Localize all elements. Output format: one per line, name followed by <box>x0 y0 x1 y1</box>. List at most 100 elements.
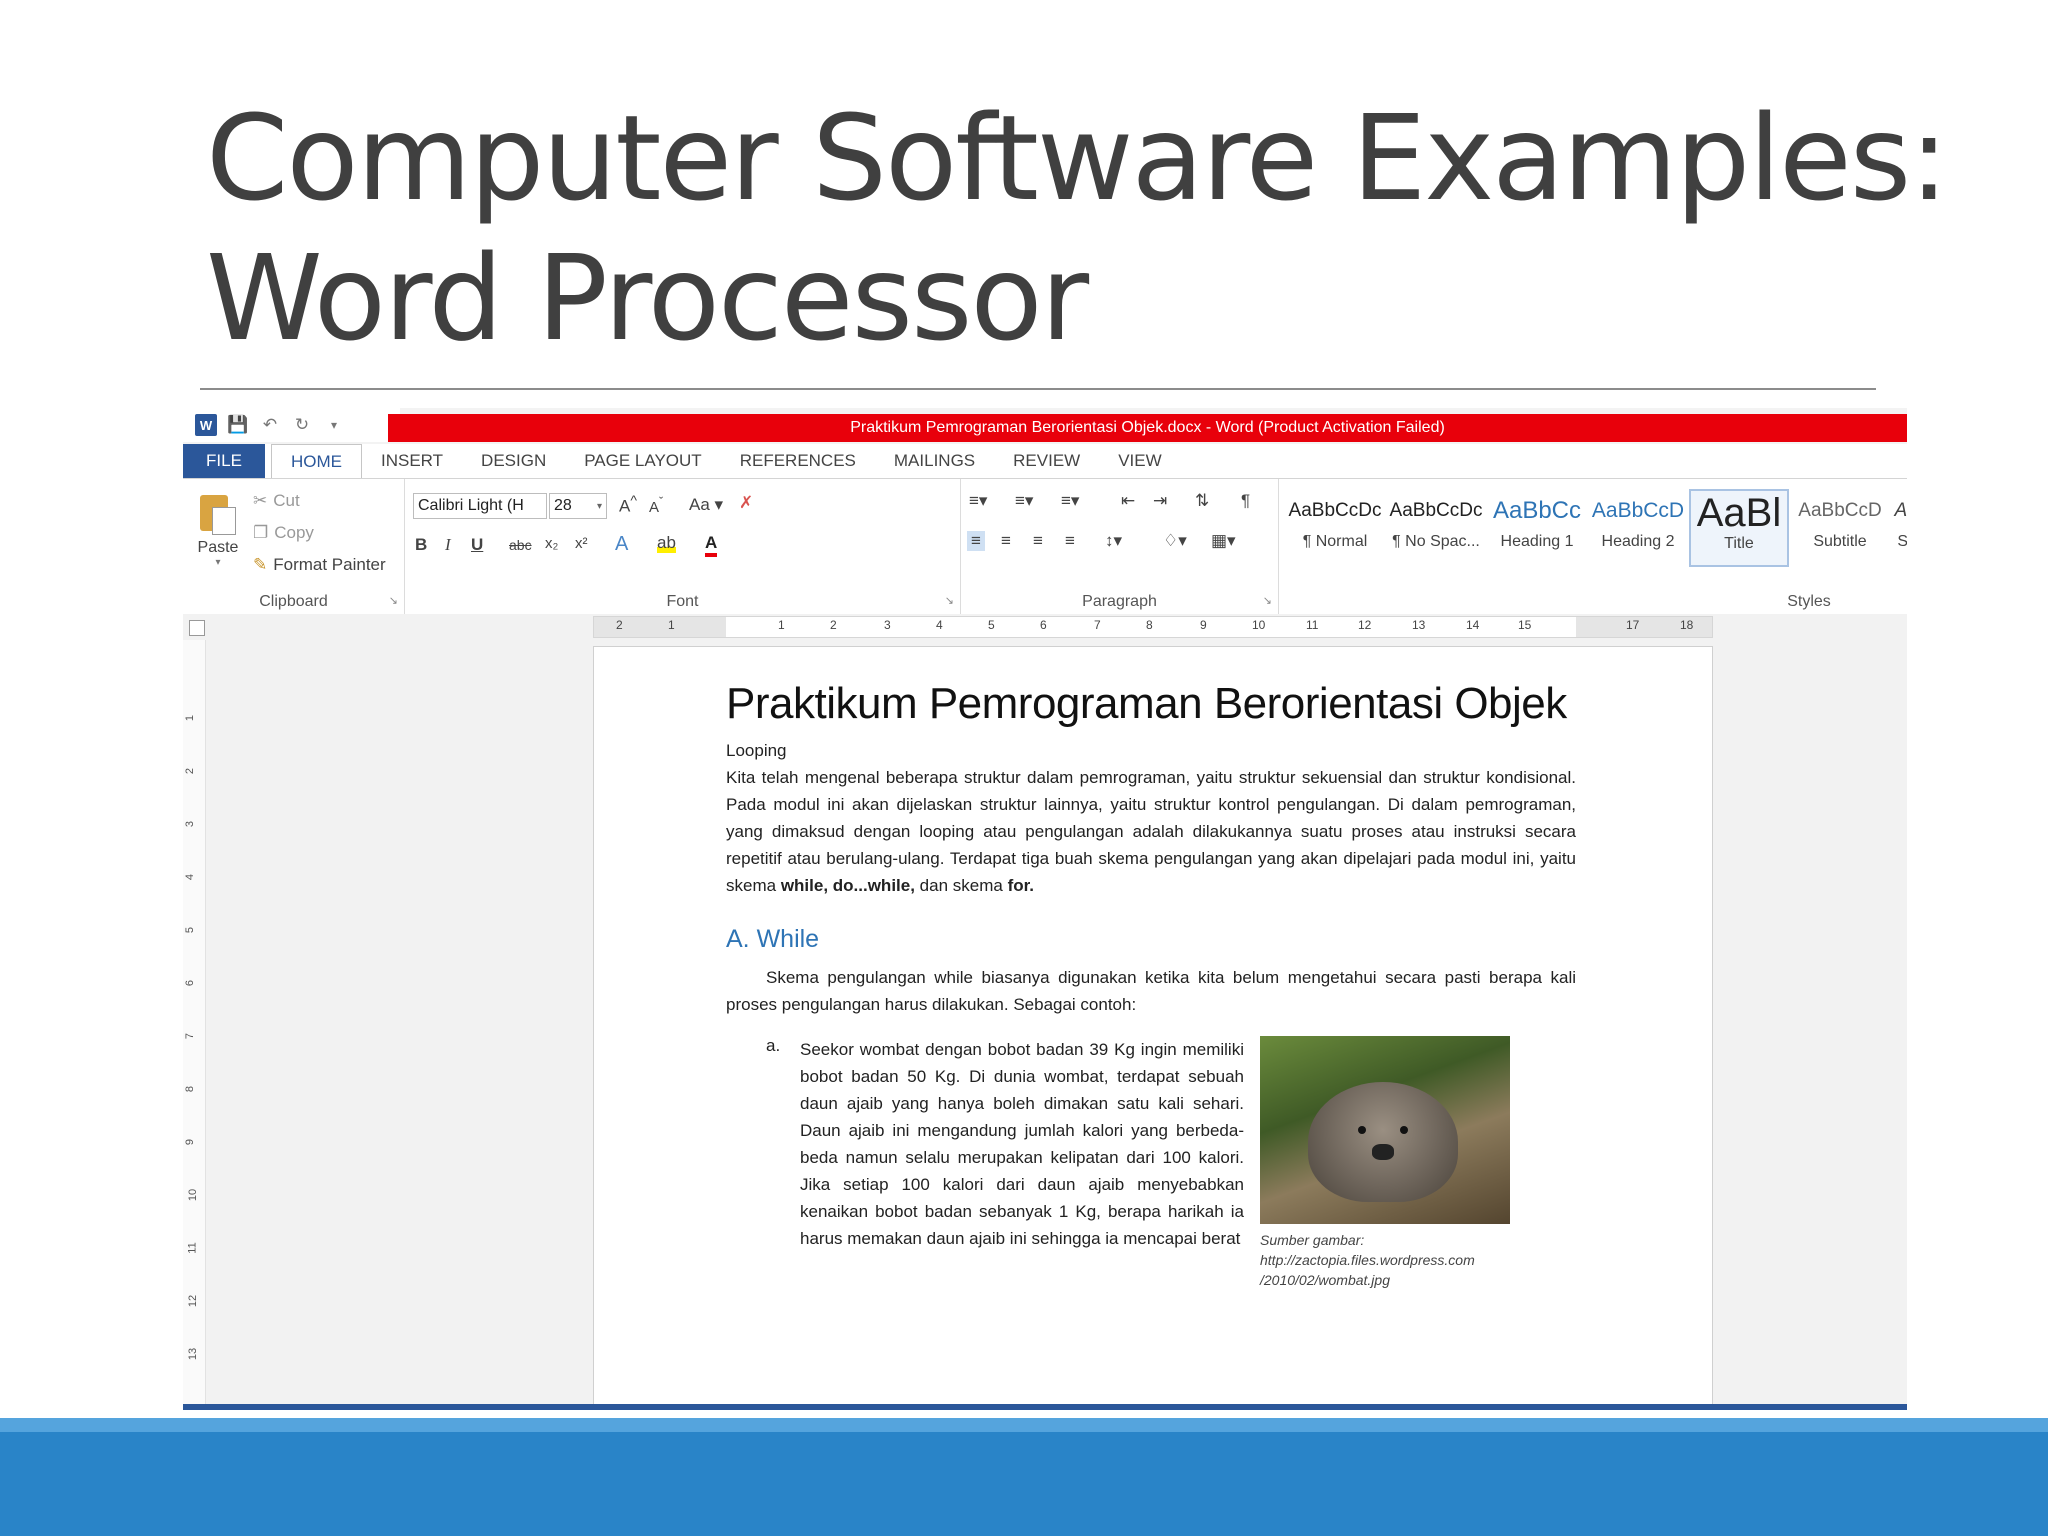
ruler-tick: 3 <box>884 618 891 632</box>
undo-icon[interactable]: ↶ <box>259 414 281 436</box>
copy-button[interactable]: ❐ Copy <box>253 523 314 543</box>
tab-references[interactable]: REFERENCES <box>721 444 875 478</box>
slide-footer-accent <box>0 1418 2048 1432</box>
paste-icon <box>198 491 238 535</box>
horizontal-ruler[interactable]: 2 1 1 2 3 4 5 6 7 8 9 10 11 12 13 14 15 17 18 <box>593 616 1713 638</box>
italic-button[interactable]: I <box>445 535 451 555</box>
paragraph-group: ≡▾ ≡▾ ≡▾ ⇤ ⇥ ⇅ ¶ ≡ ≡ ≡ ≡ ↕▾ ♢▾ ▦▾ Paragr… <box>961 479 1279 615</box>
increase-indent-icon[interactable]: ⇥ <box>1153 491 1167 511</box>
ruler-tick: 1 <box>184 714 197 722</box>
document-area: 2 1 1 2 3 4 5 6 7 8 9 10 11 12 13 14 15 17 18 1 2 3 4 5 6 7 8 9 10 1… <box>183 614 1907 1410</box>
superscript-button[interactable]: x² <box>575 535 588 552</box>
style-item[interactable]: AaBbCc Heading 1 <box>1487 489 1587 567</box>
style-name: Heading 1 <box>1500 533 1574 550</box>
while-paragraph[interactable]: Skema pengulangan while biasanya digunak… <box>726 964 1576 1018</box>
ruler-tick: 2 <box>830 618 837 632</box>
cut-button[interactable]: ✂ Cut <box>253 491 300 511</box>
strikethrough-button[interactable]: abc <box>509 537 532 553</box>
ruler-tick: 3 <box>184 820 197 828</box>
bold-button[interactable]: B <box>415 535 427 555</box>
font-name-select[interactable]: Calibri Light (H <box>413 493 547 519</box>
underline-button[interactable]: U <box>471 535 483 555</box>
shrink-font-button[interactable]: Aˇ <box>649 495 663 516</box>
ruler-tick: 7 <box>1094 618 1101 632</box>
style-item[interactable]: AaBbCcDc ¶ No Spac... <box>1386 489 1486 567</box>
paste-button[interactable]: Paste ▾ <box>193 491 243 568</box>
document-title[interactable]: Praktikum Pemrograman Berorientasi Objek <box>726 671 1576 737</box>
style-sample: AaBl <box>1696 491 1782 535</box>
numbering-icon[interactable]: ≡▾ <box>1015 491 1033 511</box>
text-effects-icon[interactable]: A <box>615 533 628 556</box>
grow-font-button[interactable]: A^ <box>619 493 637 517</box>
tab-file[interactable]: FILE <box>183 444 265 478</box>
tab-review[interactable]: REVIEW <box>994 444 1099 478</box>
scissors-icon: ✂ <box>253 491 268 510</box>
figure-caption: Sumber gambar: http://zactopia.files.wor… <box>1260 1230 1510 1290</box>
multilevel-list-icon[interactable]: ≡▾ <box>1061 491 1079 511</box>
pilcrow-icon[interactable]: ¶ <box>1241 491 1250 511</box>
style-item[interactable]: AaBbCcDc Subtle Em... <box>1891 489 1907 567</box>
style-sample: AaBbCcDc <box>1389 500 1483 521</box>
style-item[interactable]: AaBbCcDc ¶ Normal <box>1285 489 1385 567</box>
save-icon[interactable]: 💾 <box>227 414 249 436</box>
line-spacing-icon[interactable]: ↕▾ <box>1105 531 1122 551</box>
align-left-icon[interactable]: ≡ <box>967 531 985 551</box>
heading-while[interactable]: A. While <box>726 925 1576 954</box>
format-painter-label: Format Painter <box>273 555 386 574</box>
vertical-ruler[interactable]: 1 2 3 4 5 6 7 8 9 10 11 12 13 <box>183 640 206 1404</box>
ruler-tick: 5 <box>988 618 995 632</box>
style-item[interactable]: AaBbCcD Heading 2 <box>1588 489 1688 567</box>
customize-icon[interactable]: ▾ <box>323 414 345 436</box>
style-name: Subtle Em... <box>1897 533 1907 550</box>
ruler-tick: 4 <box>936 618 943 632</box>
clear-formatting-icon[interactable]: ✗ <box>739 493 753 513</box>
font-group: Calibri Light (H 28 ▾ A^ Aˇ Aa ▾ ✗ B I U… <box>405 479 961 615</box>
ruler-tick: 1 <box>778 618 785 632</box>
tab-mailings[interactable]: MAILINGS <box>875 444 994 478</box>
font-size-select[interactable]: 28 ▾ <box>549 493 607 519</box>
style-item[interactable]: AaBl Title <box>1689 489 1789 567</box>
style-name: Heading 2 <box>1601 533 1675 550</box>
tab-view[interactable]: VIEW <box>1099 444 1180 478</box>
highlight-icon[interactable]: ab <box>657 533 676 553</box>
change-case-label: Aa <box>689 495 710 514</box>
subscript-button[interactable]: x₂ <box>545 535 558 552</box>
shading-icon[interactable]: ♢▾ <box>1163 531 1187 551</box>
change-case-button[interactable]: Aa ▾ <box>689 495 723 515</box>
decrease-indent-icon[interactable]: ⇤ <box>1121 491 1135 511</box>
style-item[interactable]: AaBbCcD Subtitle <box>1790 489 1890 567</box>
tab-page-layout[interactable]: PAGE LAYOUT <box>565 444 720 478</box>
style-sample: AaBbCcDc <box>1894 500 1907 521</box>
document-subtitle[interactable]: Looping <box>726 737 1576 764</box>
wombat-figure: Sumber gambar: http://zactopia.files.wor… <box>1260 1036 1510 1290</box>
tab-home[interactable]: HOME <box>271 444 362 478</box>
format-painter-button[interactable]: ✎ Format Painter <box>253 555 386 575</box>
tab-design[interactable]: DESIGN <box>462 444 565 478</box>
ruler-tick: 10 <box>187 1188 200 1202</box>
font-color-icon[interactable]: A <box>705 533 718 557</box>
slide-title-line2: Word Processor <box>206 229 1089 367</box>
document-page[interactable]: Praktikum Pemrograman Berorientasi Objek… <box>593 646 1713 1410</box>
list-marker: a. <box>766 1036 781 1055</box>
wombat-photo[interactable] <box>1260 1036 1510 1224</box>
ribbon: Paste ▾ ✂ Cut ❐ Copy ✎ Format Painter Cl… <box>183 478 1907 616</box>
redo-icon[interactable]: ↻ <box>291 414 313 436</box>
tab-insert[interactable]: INSERT <box>362 444 462 478</box>
borders-icon[interactable]: ▦▾ <box>1211 531 1236 551</box>
bullets-icon[interactable]: ≡▾ <box>969 491 987 511</box>
intro-paragraph[interactable]: Kita telah mengenal beberapa struktur da… <box>726 764 1576 899</box>
justify-icon[interactable]: ≡ <box>1065 531 1075 551</box>
style-name: Subtitle <box>1813 533 1867 550</box>
ruler-tick: 2 <box>616 618 623 632</box>
clipboard-launcher-icon[interactable]: ↘ <box>389 594 398 607</box>
ruler-tick: 7 <box>184 1032 197 1040</box>
clipboard-group: Paste ▾ ✂ Cut ❐ Copy ✎ Format Painter Cl… <box>183 479 405 615</box>
sort-icon[interactable]: ⇅ <box>1195 491 1209 511</box>
align-center-icon[interactable]: ≡ <box>1001 531 1011 551</box>
font-launcher-icon[interactable]: ↘ <box>945 594 954 607</box>
document-body[interactable]: Praktikum Pemrograman Berorientasi Objek… <box>726 671 1576 1288</box>
tab-selector[interactable] <box>189 620 205 636</box>
paragraph-launcher-icon[interactable]: ↘ <box>1263 594 1272 607</box>
list-item[interactable]: a. Seekor wombat dengan bobot badan 39 K… <box>726 1036 1576 1288</box>
align-right-icon[interactable]: ≡ <box>1033 531 1043 551</box>
